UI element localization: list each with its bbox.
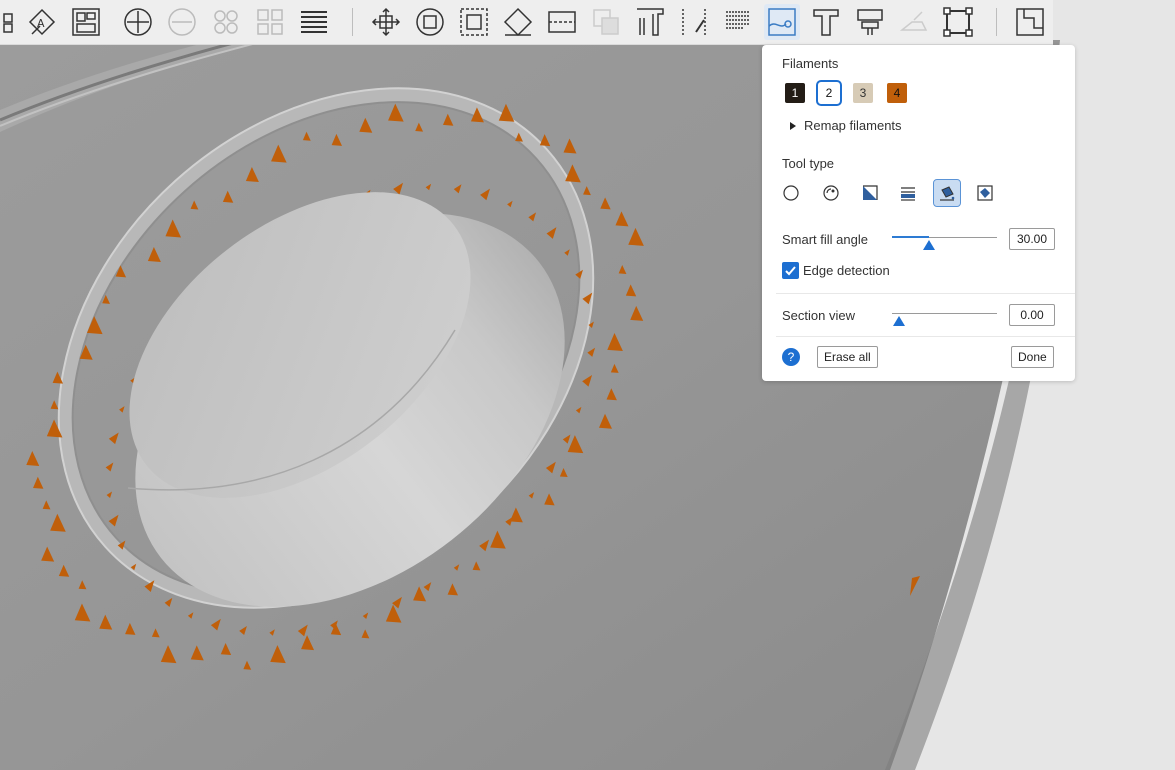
sphere-tool-icon: [823, 185, 839, 201]
smart-fill-angle-label: Smart fill angle: [782, 232, 868, 247]
layers-icon: [301, 11, 327, 33]
section-view-slider-track[interactable]: [892, 313, 997, 314]
lay-on-face-icon: [503, 7, 533, 37]
text-icon: [813, 9, 839, 36]
divider: [776, 336, 1075, 337]
scale-icon: [460, 8, 488, 36]
add-plate-button[interactable]: [120, 4, 156, 40]
split-parts-icon: [257, 9, 283, 35]
measure-button[interactable]: [852, 4, 888, 40]
add-plate-icon: [124, 8, 152, 36]
section-view-label: Section view: [782, 308, 855, 323]
text-button[interactable]: [808, 4, 844, 40]
brim-ears-icon: [1016, 8, 1044, 36]
arrange-icon: [72, 8, 100, 36]
filament-swatch-4[interactable]: 4: [887, 83, 907, 103]
height-range-tool-button[interactable]: [895, 180, 921, 206]
split-objects-icon: [214, 10, 238, 34]
toolbar-separator: [996, 8, 997, 36]
filament-swatch-1[interactable]: 1: [785, 83, 805, 103]
done-button[interactable]: Done: [1011, 346, 1054, 368]
support-paint-button[interactable]: [632, 4, 668, 40]
layers-button[interactable]: [296, 4, 332, 40]
help-button[interactable]: ?: [782, 348, 800, 366]
edge-detection-label: Edge detection: [803, 263, 890, 278]
split-objects-button[interactable]: [208, 4, 244, 40]
rotate-button[interactable]: [412, 4, 448, 40]
simplify-icon: [943, 7, 973, 37]
tool-type-title: Tool type: [782, 156, 835, 171]
remove-plate-icon: [168, 8, 196, 36]
auto-orient-button[interactable]: A: [24, 4, 60, 40]
color-paint-icon: [768, 8, 796, 36]
move-button[interactable]: [368, 4, 404, 40]
filament-swatch-2[interactable]: 2: [816, 80, 842, 106]
support-paint-icon: [637, 8, 664, 36]
triangle-tool-icon: [863, 185, 878, 200]
lay-on-face-button[interactable]: [500, 4, 536, 40]
remap-filaments-label: Remap filaments: [804, 118, 902, 133]
remap-filaments-toggle[interactable]: Remap filaments: [790, 118, 902, 133]
assembly-button[interactable]: [896, 4, 932, 40]
edge-detection-checkbox[interactable]: [782, 262, 799, 279]
scale-button[interactable]: [456, 4, 492, 40]
split-parts-button[interactable]: [252, 4, 288, 40]
smart-fill-slider-fill: [892, 236, 929, 238]
boolean-button[interactable]: [588, 4, 624, 40]
toolbar-separator: [352, 8, 353, 36]
smart-fill-slider-thumb[interactable]: [922, 240, 935, 250]
section-view-input[interactable]: 0.00: [1009, 304, 1055, 326]
erase-all-button[interactable]: Erase all: [817, 346, 878, 368]
height-range-tool-icon: [901, 187, 915, 201]
move-icon: [371, 7, 401, 37]
remove-plate-button[interactable]: [164, 4, 200, 40]
color-paint-button[interactable]: [764, 4, 800, 40]
divider: [776, 293, 1075, 294]
smart-fill-angle-input[interactable]: 30.00: [1009, 228, 1055, 250]
fuzzy-skin-icon: [726, 11, 750, 29]
seam-paint-button[interactable]: [676, 4, 712, 40]
cut-icon: [548, 11, 576, 33]
filaments-title: Filaments: [782, 56, 839, 71]
3d-viewport[interactable]: A Filaments 1234 Remap filaments Tool ty…: [0, 0, 1175, 770]
simplify-button[interactable]: [940, 4, 976, 40]
brim-ears-button[interactable]: [1012, 4, 1048, 40]
assembly-icon: [899, 11, 928, 31]
arrange-button[interactable]: [68, 4, 104, 40]
seam-paint-icon: [682, 9, 706, 35]
section-view-slider-thumb[interactable]: [893, 316, 905, 326]
gap-fill-tool-icon: [977, 185, 993, 201]
measure-icon: [857, 9, 883, 35]
expand-triangle-icon: [790, 121, 796, 130]
color-paint-panel: Filaments 1234 Remap filaments Tool type…: [762, 45, 1075, 381]
checkmark-icon: [785, 266, 796, 276]
boolean-icon: [593, 9, 619, 35]
fill-bucket-tool-icon: [940, 186, 955, 201]
triangle-tool-button[interactable]: [857, 180, 883, 206]
auto-orient-icon: A: [28, 8, 56, 36]
circle-tool-button[interactable]: [778, 180, 804, 206]
cut-button[interactable]: [544, 4, 580, 40]
gap-fill-tool-button[interactable]: [972, 180, 998, 206]
rotate-icon: [416, 8, 444, 36]
sphere-tool-button[interactable]: [818, 180, 844, 206]
filament-swatch-3[interactable]: 3: [853, 83, 873, 103]
circle-tool-icon: [783, 185, 799, 201]
main-toolbar: A: [0, 0, 1053, 45]
fuzzy-skin-button[interactable]: [720, 4, 756, 40]
fill-bucket-tool-button[interactable]: [933, 179, 961, 207]
